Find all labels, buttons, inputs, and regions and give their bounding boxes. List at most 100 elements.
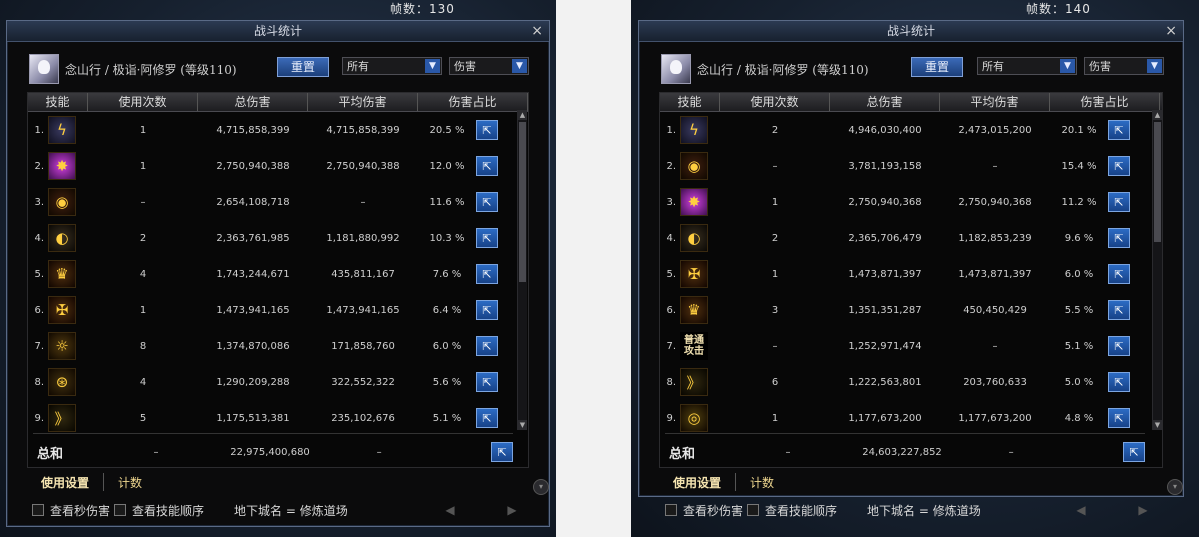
share-icon[interactable]: ⇱: [476, 192, 498, 212]
fps-counter: 帧数：140: [1026, 2, 1091, 16]
dps-checkbox-label: 查看秒伤害: [683, 503, 744, 518]
rune-cross-icon: ✠: [48, 296, 76, 324]
reset-button[interactable]: 重置: [277, 57, 329, 77]
use-count: 1: [139, 124, 147, 136]
share-icon[interactable]: ⇱: [476, 408, 498, 428]
order-checkbox[interactable]: [114, 504, 127, 516]
order-checkbox-label: 查看技能顺序: [132, 503, 205, 518]
row-index: 1.: [34, 124, 44, 136]
window-titlebar[interactable]: 战斗统计 ×: [7, 21, 549, 42]
crown-fire-icon: ♛: [48, 260, 76, 288]
scroll-thumb[interactable]: [519, 122, 526, 282]
total-damage: 1,473,941,165: [216, 304, 290, 316]
filter-select[interactable]: 所有 ▼: [977, 57, 1077, 75]
table-row: 9. ◎ 1 1,177,673,200 1,177,673,200 4.8 % ⇱: [660, 400, 1162, 436]
order-checkbox[interactable]: [747, 504, 760, 516]
scroll-down-icon[interactable]: ▼: [1153, 420, 1162, 430]
collapse-icon[interactable]: ▾: [1167, 479, 1183, 495]
total-damage: 1,290,209,288: [216, 376, 290, 388]
row-index: 4.: [666, 232, 676, 244]
character-avatar: [29, 54, 59, 84]
tabs: 使用设置 计数: [659, 471, 788, 493]
use-count: 3: [771, 304, 779, 316]
scroll-thumb[interactable]: [1154, 122, 1161, 242]
purple-burst-icon: ✸: [680, 188, 708, 216]
scroll-up-icon[interactable]: ▲: [1153, 110, 1162, 120]
damage-percent: 5.0 %: [1064, 376, 1094, 388]
bottom-options: 查看秒伤害 查看技能顺序 地下城名 = 修炼道场: [28, 499, 348, 521]
lightning-z-icon: ϟ: [48, 116, 76, 144]
share-total-button[interactable]: ⇱: [1123, 442, 1145, 462]
prev-page-icon[interactable]: ◀: [440, 503, 460, 517]
share-icon[interactable]: ⇱: [1108, 156, 1130, 176]
share-icon[interactable]: ⇱: [476, 372, 498, 392]
close-icon[interactable]: ×: [1165, 21, 1177, 41]
window-title: 战斗统计: [253, 24, 302, 38]
tab-settings[interactable]: 使用设置: [659, 474, 735, 491]
divider: [33, 433, 513, 434]
normal-attack-icon: 普通攻击: [680, 332, 708, 360]
share-icon[interactable]: ⇱: [476, 264, 498, 284]
type-select[interactable]: 伤害 ▼: [1084, 57, 1164, 75]
share-icon[interactable]: ⇱: [1108, 372, 1130, 392]
next-page-icon[interactable]: ▶: [502, 503, 522, 517]
row-index: 6.: [666, 304, 676, 316]
reset-button[interactable]: 重置: [911, 57, 963, 77]
table-scrollbar[interactable]: ▲ ▼: [1152, 110, 1162, 430]
collapse-icon[interactable]: ▾: [533, 479, 549, 495]
scroll-down-icon[interactable]: ▼: [518, 420, 527, 430]
window-titlebar[interactable]: 战斗统计 ×: [639, 21, 1183, 42]
tab-count[interactable]: 计数: [736, 474, 788, 491]
share-icon[interactable]: ⇱: [1108, 192, 1130, 212]
damage-percent: 15.4 %: [1061, 160, 1097, 172]
share-icon[interactable]: ⇱: [1108, 336, 1130, 356]
character-header: 念山行 / 极诣·阿修罗 (等级110) 重置 所有 ▼ 伤害 ▼: [639, 42, 1183, 94]
column-header: 使用次数: [720, 93, 830, 111]
avg-damage: 1,182,853,239: [958, 232, 1032, 244]
tab-count[interactable]: 计数: [104, 474, 156, 491]
share-icon[interactable]: ⇱: [1108, 300, 1130, 320]
share-icon[interactable]: ⇱: [1108, 408, 1130, 428]
table-row: 2. ◉ – 3,781,193,158 – 15.4 % ⇱: [660, 148, 1162, 184]
table-scrollbar[interactable]: ▲ ▼: [517, 110, 527, 430]
purple-burst-icon: ✸: [48, 152, 76, 180]
next-page-icon[interactable]: ▶: [1133, 503, 1153, 517]
share-icon[interactable]: ⇱: [476, 120, 498, 140]
filter-select[interactable]: 所有 ▼: [342, 57, 442, 75]
share-total-button[interactable]: ⇱: [491, 442, 513, 462]
total-avg: –: [376, 446, 382, 458]
column-header: 技能: [660, 93, 720, 111]
avg-damage: –: [360, 196, 366, 208]
share-icon[interactable]: ⇱: [1108, 264, 1130, 284]
scroll-up-icon[interactable]: ▲: [518, 110, 527, 120]
share-icon[interactable]: ⇱: [476, 156, 498, 176]
table-row: 1. ϟ 1 4,715,858,399 4,715,858,399 20.5 % ⇱: [28, 112, 528, 148]
prev-page-icon[interactable]: ◀: [1071, 503, 1091, 517]
table-row: 7. ☼ 8 1,374,870,086 171,858,760 6.0 % ⇱: [28, 328, 528, 364]
table-header: 技能 使用次数 总伤害 平均伤害 伤害占比: [660, 93, 1162, 112]
use-count: 1: [139, 160, 147, 172]
table-row: 1. ϟ 2 4,946,030,400 2,473,015,200 20.1 % ⇱: [660, 112, 1162, 148]
column-header: 技能: [28, 93, 88, 111]
total-damage: 4,946,030,400: [848, 124, 922, 136]
share-icon[interactable]: ⇱: [1108, 120, 1130, 140]
share-icon[interactable]: ⇱: [1108, 228, 1130, 248]
sun-ring-icon: ☼: [48, 332, 76, 360]
use-count: 4: [139, 268, 147, 280]
table-row: 8. 》 6 1,222,563,801 203,760,633 5.0 % ⇱: [660, 364, 1162, 400]
dps-checkbox[interactable]: [665, 504, 677, 516]
column-header: 伤害占比: [1050, 93, 1160, 111]
close-icon[interactable]: ×: [531, 21, 543, 41]
dps-checkbox[interactable]: [32, 504, 44, 516]
table-row: 6. ♛ 3 1,351,351,287 450,450,429 5.5 % ⇱: [660, 292, 1162, 328]
total-label: 总和: [669, 446, 696, 462]
left-game-background: 帧数：130 去 战斗统计 × 念山行 / 极诣·阿修罗 (等级110) 重置 …: [0, 0, 556, 537]
share-icon[interactable]: ⇱: [476, 300, 498, 320]
share-icon[interactable]: ⇱: [476, 336, 498, 356]
tab-settings[interactable]: 使用设置: [27, 474, 103, 491]
slash-circle-icon: ◐: [680, 224, 708, 252]
use-count: 4: [139, 376, 147, 388]
type-select[interactable]: 伤害 ▼: [449, 57, 529, 75]
share-icon[interactable]: ⇱: [476, 228, 498, 248]
row-index: 7.: [666, 340, 676, 352]
